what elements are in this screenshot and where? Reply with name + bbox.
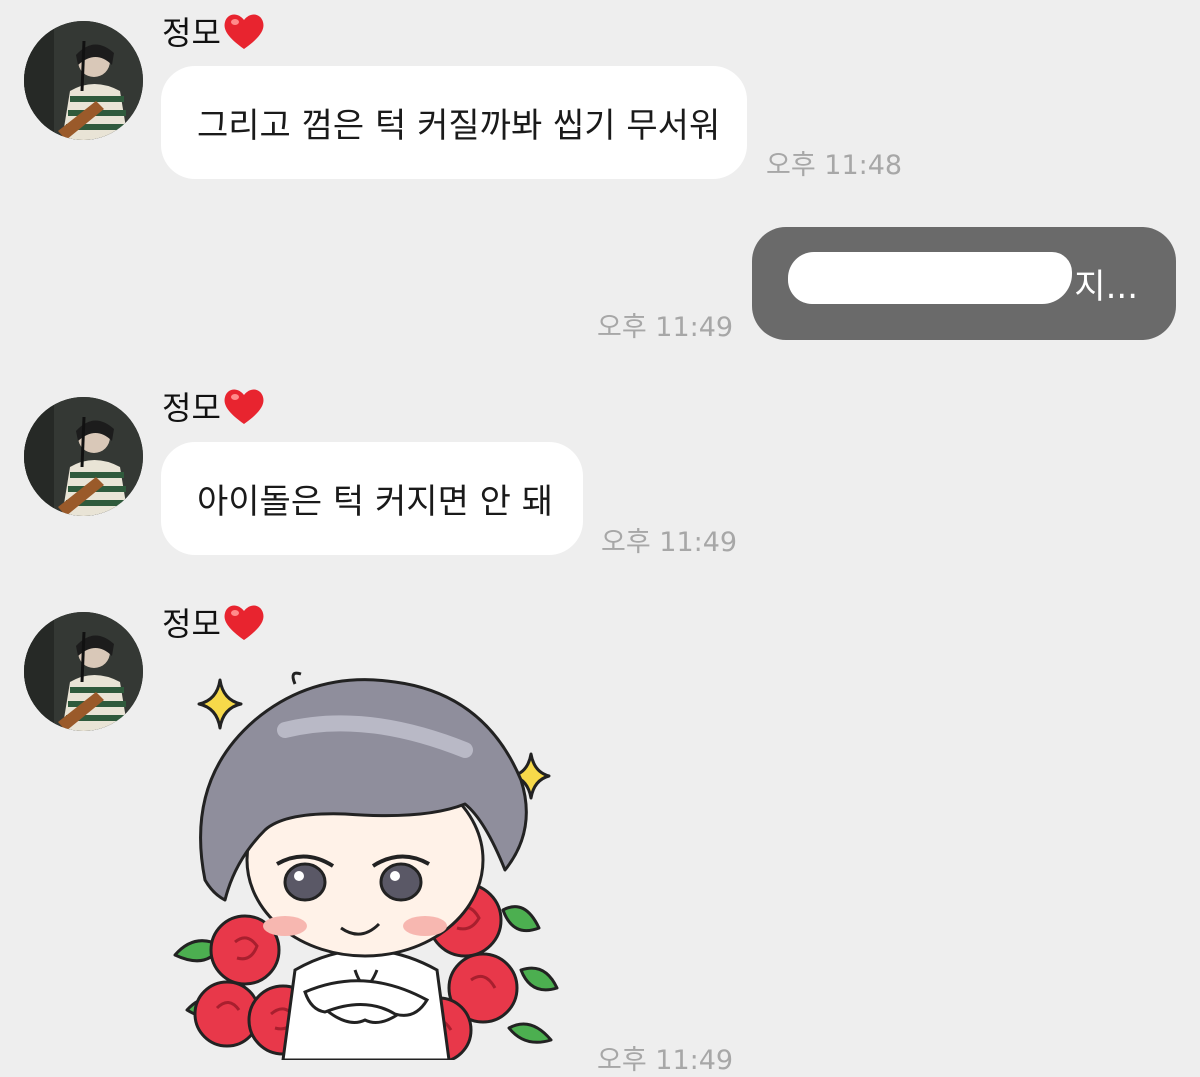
red-heart-icon — [223, 11, 265, 51]
message-timestamp: 오후 11:49 — [597, 312, 734, 343]
avatar[interactable] — [24, 612, 143, 731]
sender-name: 정모 — [162, 599, 265, 645]
sender-name: 정모 — [162, 383, 265, 429]
avatar[interactable] — [24, 397, 143, 516]
sender-name-text: 정모 — [162, 14, 221, 52]
redaction-mark — [788, 252, 1072, 304]
red-heart-icon — [223, 386, 265, 426]
sender-name: 정모 — [162, 8, 265, 54]
message-text: 아이돌은 턱 커지면 안 돼 — [197, 482, 554, 522]
message-text: 그리고 껌은 턱 커질까봐 씹기 무서워 — [197, 106, 721, 146]
message-text: 지... — [1074, 267, 1138, 307]
message-timestamp: 오후 11:49 — [597, 1045, 734, 1076]
sender-name-text: 정모 — [162, 389, 221, 427]
message-timestamp: 오후 11:49 — [601, 527, 738, 558]
incoming-message-bubble[interactable]: 아이돌은 턱 커지면 안 돼 — [161, 442, 583, 555]
sender-name-text: 정모 — [162, 605, 221, 643]
incoming-message-bubble[interactable]: 그리고 껌은 턱 커질까봐 씹기 무서워 — [161, 66, 747, 179]
red-heart-icon — [223, 602, 265, 642]
avatar[interactable] — [24, 21, 143, 140]
message-timestamp: 오후 11:48 — [766, 150, 903, 181]
chibi-character-roses-sticker[interactable] — [165, 670, 565, 1064]
